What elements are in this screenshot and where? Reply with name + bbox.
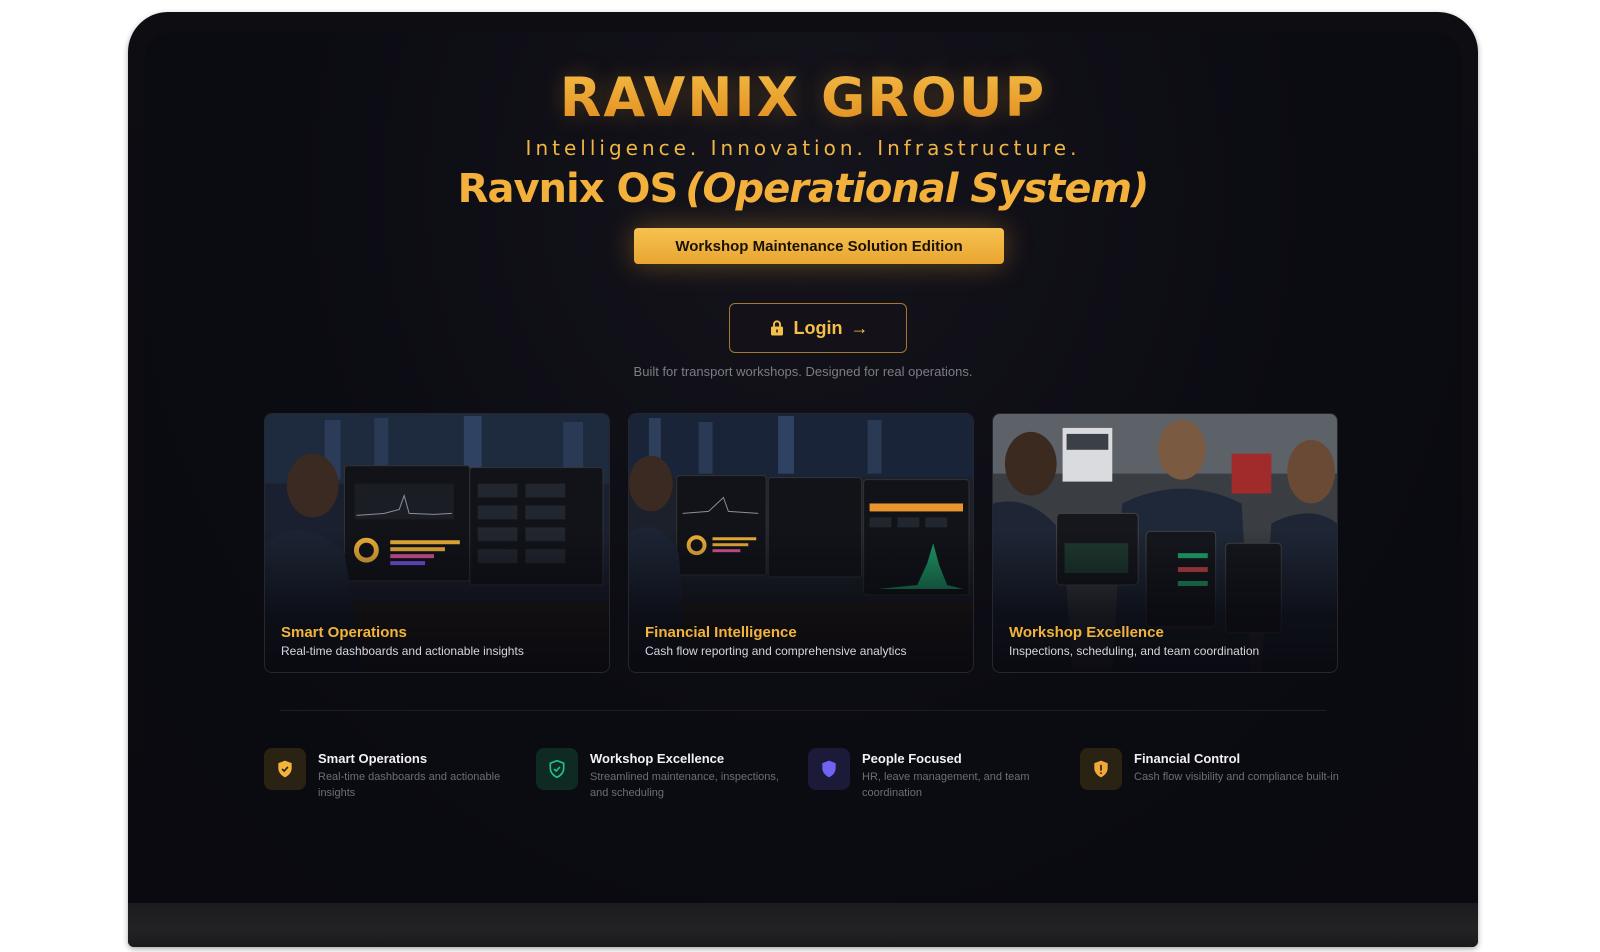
feature-financial-control: Financial Control Cash flow visibility a… — [1080, 748, 1340, 808]
feature-workshop-excellence: Workshop Excellence Streamlined maintena… — [536, 748, 796, 808]
feature-title: Smart Operations — [318, 751, 428, 766]
card-description: Real-time dashboards and actionable insi… — [281, 644, 524, 658]
feature-title: Workshop Excellence — [590, 751, 725, 766]
card-title: Smart Operations — [281, 624, 407, 641]
os-subtitle: (Operational System) — [685, 166, 1149, 212]
feature-card-financial-intelligence[interactable]: Financial Intelligence Cash flow reporti… — [628, 413, 974, 673]
shield-icon — [808, 748, 850, 790]
feature-smart-operations: Smart Operations Real-time dashboards an… — [264, 748, 524, 808]
card-title: Workshop Excellence — [1009, 624, 1164, 641]
feature-description: HR, leave management, and team coordinat… — [862, 771, 1030, 799]
subtext: Built for transport workshops. Designed … — [633, 364, 973, 379]
arrow-right-icon: → — [850, 317, 869, 338]
shield-alert-icon — [1080, 748, 1122, 790]
feature-people-focused: People Focused HR, leave management, and… — [808, 748, 1068, 808]
shield-check-outline-icon — [536, 748, 578, 790]
tagline: Intelligence. Innovation. Infrastructure… — [525, 136, 1081, 160]
card-description: Inspections, scheduling, and team coordi… — [1009, 644, 1260, 658]
login-button[interactable]: Login → — [729, 303, 907, 353]
device-chin — [128, 903, 1478, 947]
feature-description: Cash flow visibility and compliance buil… — [1134, 771, 1339, 783]
edition-badge: Workshop Maintenance Solution Edition — [634, 228, 1004, 264]
feature-title: Financial Control — [1134, 751, 1241, 766]
lock-icon — [770, 320, 783, 336]
os-name: Ravnix OS — [457, 166, 679, 212]
divider — [280, 710, 1326, 711]
feature-card-smart-operations[interactable]: Smart Operations Real-time dashboards an… — [264, 413, 610, 673]
feature-title: People Focused — [862, 751, 962, 766]
feature-description: Real-time dashboards and actionable insi… — [318, 771, 501, 799]
card-title: Financial Intelligence — [645, 624, 797, 641]
brand-title: RAVNIX GROUP — [144, 66, 1462, 129]
card-description: Cash flow reporting and comprehensive an… — [645, 644, 907, 658]
screen: RAVNIX GROUP Intelligence. Innovation. I… — [144, 32, 1462, 903]
os-title: Ravnix OS (Operational System) — [144, 166, 1462, 212]
shield-check-icon — [264, 748, 306, 790]
login-label: Login — [793, 317, 843, 338]
feature-description: Streamlined maintenance, inspections, an… — [590, 771, 779, 799]
device-frame: RAVNIX GROUP Intelligence. Innovation. I… — [128, 12, 1478, 947]
feature-card-workshop-excellence[interactable]: Workshop Excellence Inspections, schedul… — [992, 413, 1338, 673]
